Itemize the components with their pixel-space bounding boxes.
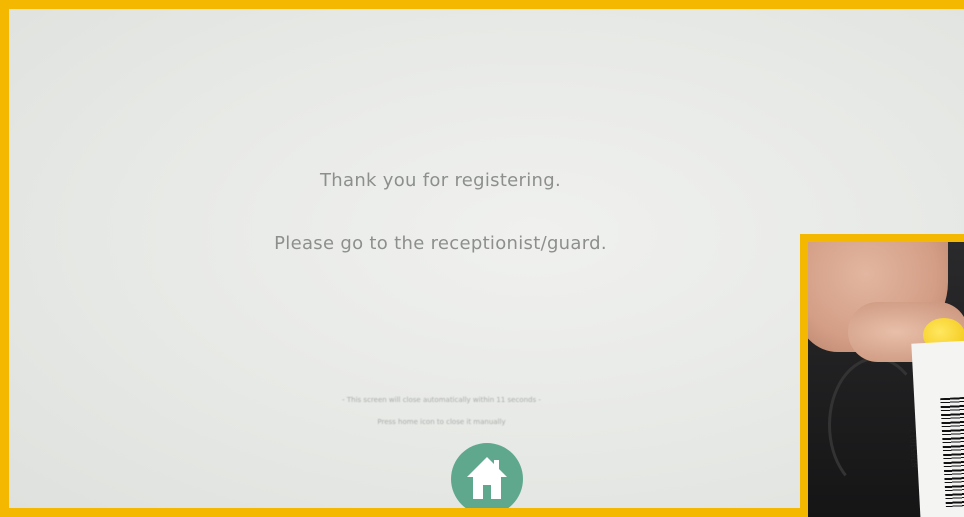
visitor-card-photo: 87951017 bbox=[808, 242, 964, 517]
visitor-card: 87951017 bbox=[908, 340, 964, 517]
home-icon bbox=[467, 457, 507, 499]
cable-shape bbox=[828, 357, 924, 493]
card-number: 87951017 bbox=[908, 428, 920, 468]
thank-you-message: Thank you for registering. bbox=[319, 170, 562, 191]
manual-close-hint: Press home icon to close it manually bbox=[377, 418, 506, 426]
auto-close-notice: - This screen will close automatically w… bbox=[342, 396, 541, 404]
receptionist-instruction: Please go to the receptionist/guard. bbox=[274, 233, 607, 254]
home-button[interactable] bbox=[451, 443, 523, 508]
barcode bbox=[940, 396, 964, 509]
inset-photo: 87951017 bbox=[800, 234, 964, 517]
